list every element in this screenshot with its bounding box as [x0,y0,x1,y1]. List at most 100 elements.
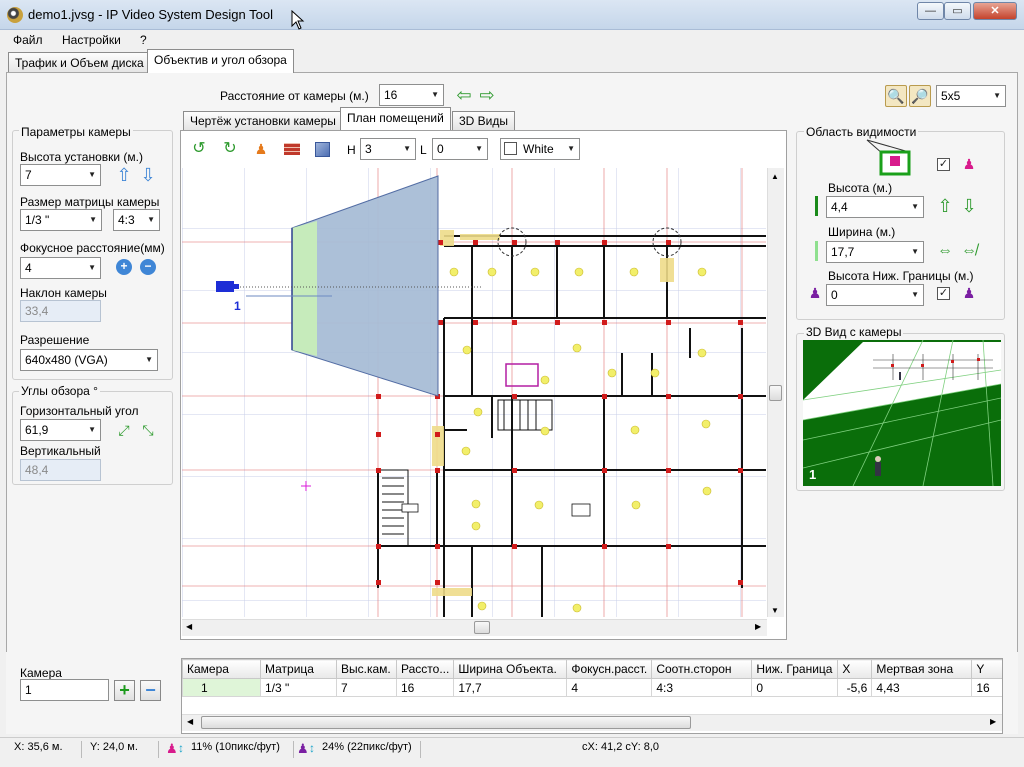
person-icon[interactable]: ♟ [253,141,269,157]
focal-length-label: Фокусное расстояние(мм) [20,241,165,255]
lower-bound-person-icon: ♟ [808,285,822,301]
minimize-button[interactable]: — [917,2,944,20]
cell-dead-zone[interactable]: 4,43 [871,678,973,697]
menu-file[interactable]: Файл [13,33,43,47]
col-y[interactable]: Y [971,659,1002,679]
tab-3d-views[interactable]: 3D Виды [452,111,516,130]
arrow-down-icon[interactable]: ⇩ [140,166,156,184]
col-focal[interactable]: Фокусн.расст. [566,659,653,679]
vis-width-select[interactable]: 17,7 [826,241,924,263]
mouse-cursor-icon [291,10,305,30]
zoom-in-icon[interactable]: 🔍 [885,85,907,107]
table-scroll-right-icon[interactable]: ▶ [990,717,996,726]
tab-floor-plan[interactable]: План помещений [340,107,451,130]
tab-camera-drawing[interactable]: Чертёж установки камеры [183,111,343,130]
table-scroll-left-icon[interactable]: ◀ [187,717,193,726]
wall-icon[interactable] [284,143,300,155]
camera-number-label: 1 [234,299,241,313]
cell-distance[interactable]: 16 [395,678,455,697]
visibility-checkbox[interactable]: ✓ [937,158,950,171]
cell-camera[interactable]: 1 [182,678,261,697]
visibility-diagram-icon [866,139,911,176]
height-up-icon[interactable]: ⇧ [937,197,953,215]
status-cxy: cX: 41,2 cY: 8,0 [582,741,660,753]
width-shrink-icon[interactable]: ⇎ [961,243,977,259]
zoom-out-icon[interactable]: 🔎 [909,85,931,107]
height-indicator [815,196,818,216]
horizontal-angle-select[interactable]: 61,9 [20,419,101,441]
tab-traffic-disk[interactable]: Трафик и Объем диска [8,52,151,73]
menu-help[interactable]: ? [140,33,147,47]
status-bar: X: 35,6 м. Y: 24,0 м. ♟ ↕ 11% (10пикс/фу… [0,737,1024,767]
mount-height-select[interactable]: 7 [20,164,101,186]
cell-lower-bound[interactable]: 0 [751,678,839,697]
col-height[interactable]: Выс.кам. [336,659,397,679]
close-button[interactable]: ✕ [973,2,1017,20]
arrow-left-icon[interactable]: ⇦ [456,86,472,104]
cell-sensor[interactable]: 1/3 " [260,678,337,697]
rotate-left-icon[interactable]: ↺ [191,141,207,157]
col-dead-zone[interactable]: Мертвая зона [871,659,973,679]
arrow-right-icon[interactable]: ⇨ [479,86,495,104]
focal-minus-icon[interactable]: − [140,259,156,275]
focal-plus-icon[interactable]: + [116,259,132,275]
vis-height-select[interactable]: 4,4 [826,196,924,218]
tilt-field[interactable]: 33,4 [20,300,101,322]
status-y: Y: 24,0 м. [90,741,138,753]
width-expand-icon[interactable]: ⇔ [937,243,953,259]
col-distance[interactable]: Рассто... [395,659,455,679]
h-select[interactable]: 3 [360,138,416,160]
col-aspect[interactable]: Соотн.сторон [651,659,753,679]
floor-plan-drawing[interactable]: 1 [182,168,766,617]
view3d-camera-number: 1 [809,467,816,482]
l-select[interactable]: 0 [432,138,488,160]
vertical-angle-label: Вертикальный [20,444,101,458]
col-camera[interactable]: Камера [182,659,261,679]
sensor-size-label: Размер матрицы камеры [20,195,160,209]
cell-x[interactable]: -5,6 [837,678,873,697]
resolution-select[interactable]: 640x480 (VGA) [20,349,158,371]
grid-size-select[interactable]: 5x5 [936,85,1006,107]
height-arrows-icon-2: ↕ [309,741,315,755]
canvas-vertical-thumb[interactable] [769,385,782,401]
col-x[interactable]: X [837,659,873,679]
cell-focal[interactable]: 4 [566,678,653,697]
canvas-horizontal-thumb[interactable] [474,621,490,634]
object-icon[interactable] [315,142,330,157]
rotate-right-icon[interactable]: ↻ [222,141,238,157]
expand-icon[interactable]: ⤢ [116,422,132,438]
cell-y[interactable]: 16 [971,678,1002,697]
scroll-left-icon[interactable]: ◀ [186,622,192,631]
aspect-ratio-select[interactable]: 4:3 [113,209,160,231]
cell-object-width[interactable]: 17,7 [453,678,568,697]
table-row[interactable]: 1 1/3 " 7 16 17,7 4 4:3 0 -5,6 4,43 16 [182,678,1002,697]
cell-height[interactable]: 7 [336,678,397,697]
menu-settings[interactable]: Настройки [62,33,121,47]
scroll-up-icon[interactable]: ▲ [771,172,779,181]
distance-select[interactable]: 16 [379,84,444,106]
col-lower-bound[interactable]: Ниж. Граница [751,659,839,679]
camera-number-field[interactable]: 1 [20,679,109,701]
col-sensor[interactable]: Матрица [260,659,337,679]
col-object-width[interactable]: Ширина Объекта. [453,659,568,679]
h-label: H [347,143,356,157]
maximize-button[interactable]: ▭ [944,2,971,20]
density-person-magenta-icon: ♟ [166,741,178,756]
scroll-right-icon[interactable]: ▶ [755,622,761,631]
sensor-size-select[interactable]: 1/3 " [20,209,102,231]
scroll-down-icon[interactable]: ▼ [771,606,779,615]
table-horizontal-thumb[interactable] [201,716,691,729]
tab-lens-angle[interactable]: Объектив и угол обзора [147,49,294,73]
arrow-up-icon[interactable]: ⇧ [116,166,132,184]
lower-bound-checkbox[interactable]: ✓ [937,287,950,300]
view3d-title: 3D Вид с камеры [804,325,904,339]
add-camera-button[interactable]: + [114,680,135,701]
remove-camera-button[interactable]: − [140,680,161,701]
collapse-icon[interactable]: ⤡ [140,422,156,438]
height-down-icon[interactable]: ⇩ [961,197,977,215]
distance-label: Расстояние от камеры (м.) [220,89,369,103]
lower-bound-select[interactable]: 0 [826,284,924,306]
focal-length-select[interactable]: 4 [20,257,101,279]
vertical-angle-field[interactable]: 48,4 [20,459,101,481]
cell-aspect[interactable]: 4:3 [651,678,753,697]
